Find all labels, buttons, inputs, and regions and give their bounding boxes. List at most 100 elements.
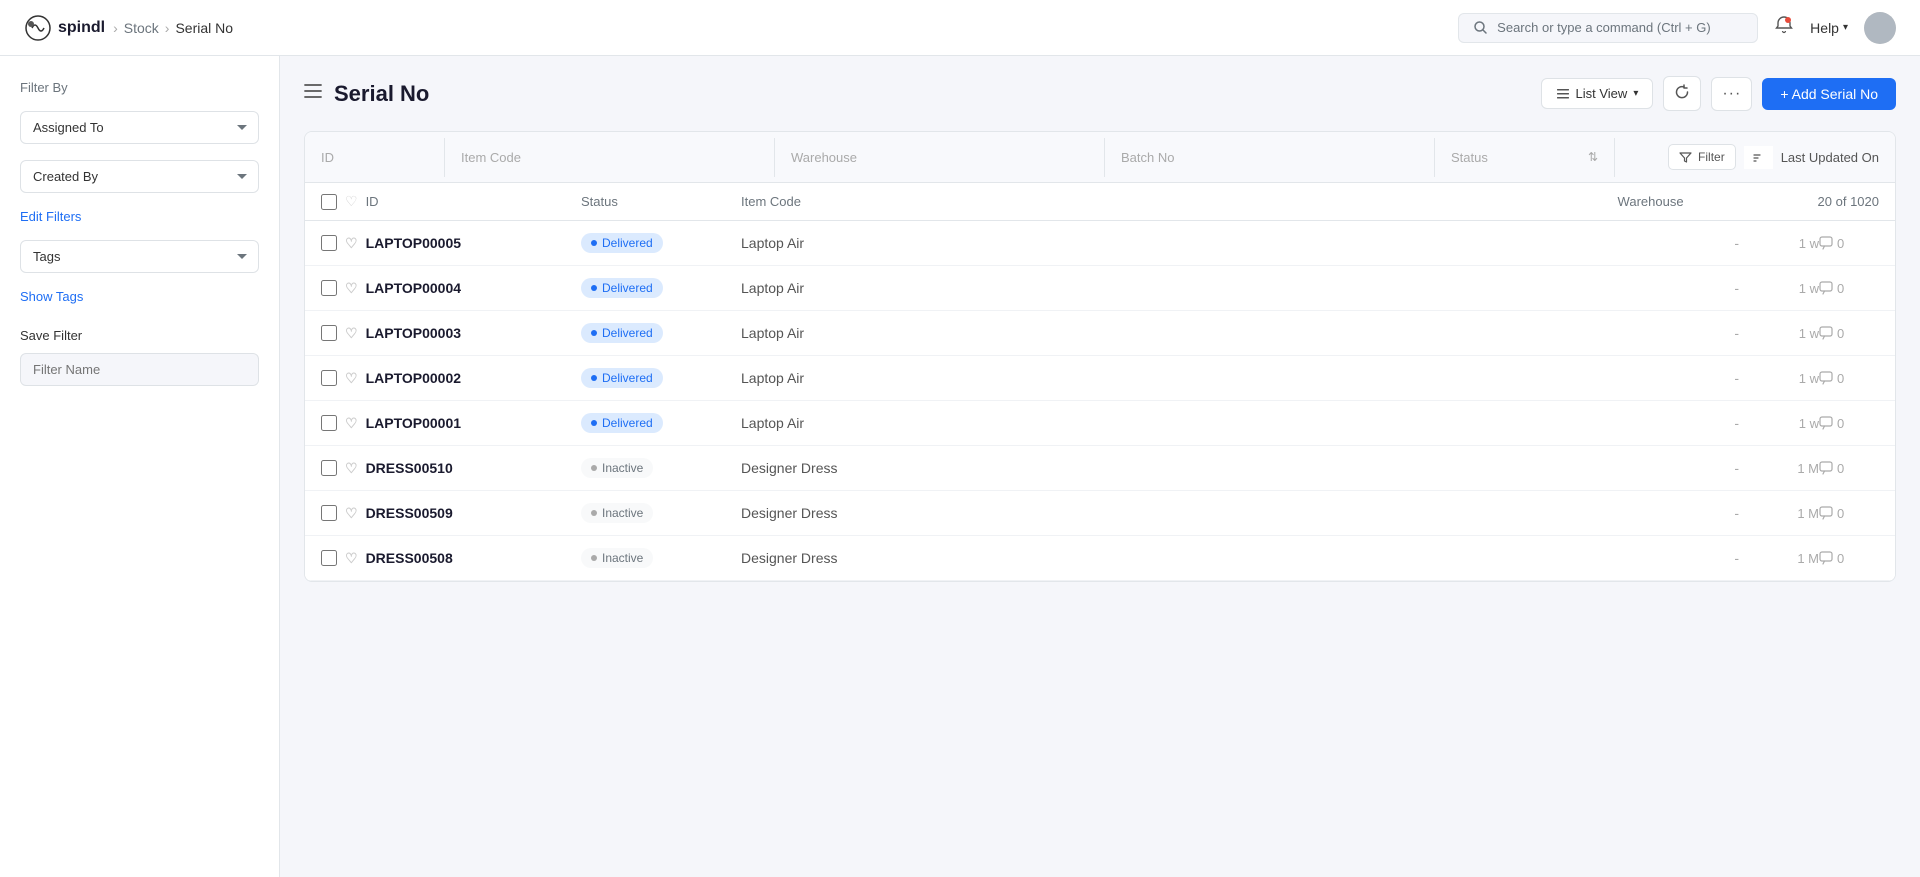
td-status: Delivered bbox=[581, 413, 741, 433]
row-checkbox[interactable] bbox=[321, 280, 337, 296]
search-box[interactable]: Search or type a command (Ctrl + G) bbox=[1458, 13, 1758, 43]
row-id-value[interactable]: LAPTOP00003 bbox=[366, 325, 461, 341]
refresh-button[interactable] bbox=[1663, 76, 1701, 111]
page-header: Serial No List View ▾ bbox=[304, 76, 1896, 111]
table-row[interactable]: ♡ LAPTOP00001 Delivered Laptop Air - 1 w… bbox=[305, 401, 1895, 446]
td-comments: 0 bbox=[1819, 416, 1879, 431]
td-status: Delivered bbox=[581, 323, 741, 343]
sort-button[interactable] bbox=[1744, 146, 1773, 169]
row-id-value[interactable]: LAPTOP00002 bbox=[366, 370, 461, 386]
row-id-value[interactable]: LAPTOP00005 bbox=[366, 235, 461, 251]
table-row[interactable]: ♡ DRESS00509 Inactive Designer Dress - 1… bbox=[305, 491, 1895, 536]
table-row[interactable]: ♡ LAPTOP00003 Delivered Laptop Air - 1 w… bbox=[305, 311, 1895, 356]
row-heart-icon[interactable]: ♡ bbox=[345, 370, 358, 387]
row-heart-icon[interactable]: ♡ bbox=[345, 235, 358, 252]
app-name: spindl bbox=[58, 19, 105, 37]
filter-name-input[interactable] bbox=[20, 353, 259, 386]
select-all-checkbox[interactable] bbox=[321, 194, 337, 210]
avatar[interactable] bbox=[1864, 12, 1896, 44]
td-item-code: Laptop Air bbox=[741, 280, 1509, 296]
edit-filters-link[interactable]: Edit Filters bbox=[20, 209, 259, 224]
td-status: Inactive bbox=[581, 503, 741, 523]
th-status: Status bbox=[581, 194, 741, 209]
add-serial-no-button[interactable]: + Add Serial No bbox=[1762, 78, 1896, 110]
tags-select[interactable]: Tags bbox=[20, 240, 259, 273]
td-id: ♡ DRESS00508 bbox=[321, 550, 581, 567]
row-checkbox[interactable] bbox=[321, 505, 337, 521]
row-id-value[interactable]: LAPTOP00001 bbox=[366, 415, 461, 431]
row-checkbox[interactable] bbox=[321, 415, 337, 431]
td-comments: 0 bbox=[1819, 551, 1879, 566]
tags-filter-group: Tags bbox=[20, 240, 259, 273]
table-row[interactable]: ♡ DRESS00508 Inactive Designer Dress - 1… bbox=[305, 536, 1895, 581]
actions-col-filter: Filter Last Updated On bbox=[1615, 132, 1895, 182]
td-status: Inactive bbox=[581, 548, 741, 568]
comment-icon bbox=[1819, 506, 1833, 520]
hamburger-icon[interactable] bbox=[304, 84, 322, 103]
table-row[interactable]: ♡ LAPTOP00005 Delivered Laptop Air - 1 w… bbox=[305, 221, 1895, 266]
td-item-code: Laptop Air bbox=[741, 235, 1509, 251]
heart-header-icon: ♡ bbox=[345, 193, 358, 210]
td-id: ♡ LAPTOP00005 bbox=[321, 235, 581, 252]
show-tags-link[interactable]: Show Tags bbox=[20, 289, 259, 304]
main-content: Serial No List View ▾ bbox=[280, 56, 1920, 877]
row-id-value[interactable]: DRESS00509 bbox=[366, 505, 453, 521]
notifications-icon[interactable] bbox=[1774, 15, 1794, 40]
comment-icon bbox=[1819, 416, 1833, 430]
status-badge: Delivered bbox=[581, 278, 663, 298]
table-row[interactable]: ♡ DRESS00510 Inactive Designer Dress - 1… bbox=[305, 446, 1895, 491]
breadcrumb-stock[interactable]: Stock bbox=[124, 20, 159, 36]
filter-action-button[interactable]: Filter bbox=[1668, 144, 1736, 170]
row-id-value[interactable]: DRESS00510 bbox=[366, 460, 453, 476]
row-checkbox[interactable] bbox=[321, 370, 337, 386]
status-sort-icon[interactable]: ⇅ bbox=[1588, 150, 1598, 164]
row-checkbox[interactable] bbox=[321, 235, 337, 251]
save-filter-section: Save Filter bbox=[20, 328, 259, 386]
th-warehouse: Warehouse bbox=[1618, 194, 1818, 209]
row-id-value[interactable]: DRESS00508 bbox=[366, 550, 453, 566]
save-filter-label: Save Filter bbox=[20, 328, 259, 343]
logo-icon bbox=[24, 14, 52, 42]
more-options-button[interactable]: ··· bbox=[1711, 77, 1752, 111]
row-heart-icon[interactable]: ♡ bbox=[345, 460, 358, 477]
more-options-icon: ··· bbox=[1722, 85, 1741, 102]
table-container: ID Item Code Warehouse Batch No Status ⇅… bbox=[304, 131, 1896, 582]
top-navigation: spindl › Stock › Serial No Search or typ… bbox=[0, 0, 1920, 56]
filter-by-label: Filter By bbox=[20, 80, 259, 95]
row-heart-icon[interactable]: ♡ bbox=[345, 325, 358, 342]
row-checkbox[interactable] bbox=[321, 550, 337, 566]
assigned-to-select[interactable]: Assigned To bbox=[20, 111, 259, 144]
td-item-code: Designer Dress bbox=[741, 460, 1509, 476]
td-id: ♡ LAPTOP00004 bbox=[321, 280, 581, 297]
table-row[interactable]: ♡ LAPTOP00002 Delivered Laptop Air - 1 w… bbox=[305, 356, 1895, 401]
td-comments: 0 bbox=[1819, 236, 1879, 251]
created-by-filter-group: Created By bbox=[20, 160, 259, 193]
item-code-col-filter: Item Code bbox=[445, 138, 775, 177]
nav-left: spindl › Stock › Serial No bbox=[24, 14, 233, 42]
list-view-button[interactable]: List View ▾ bbox=[1541, 78, 1654, 109]
row-id-value[interactable]: LAPTOP00004 bbox=[366, 280, 461, 296]
row-heart-icon[interactable]: ♡ bbox=[345, 280, 358, 297]
td-id: ♡ DRESS00509 bbox=[321, 505, 581, 522]
td-time: 1 w bbox=[1739, 326, 1819, 341]
td-time: 1 w bbox=[1739, 371, 1819, 386]
app-logo[interactable]: spindl bbox=[24, 14, 105, 42]
row-checkbox[interactable] bbox=[321, 460, 337, 476]
last-updated-button[interactable]: Last Updated On bbox=[1781, 150, 1879, 165]
row-heart-icon[interactable]: ♡ bbox=[345, 550, 358, 567]
page-layout: Filter By Assigned To Created By Edit Fi… bbox=[0, 56, 1920, 877]
row-heart-icon[interactable]: ♡ bbox=[345, 505, 358, 522]
td-time: 1 w bbox=[1739, 236, 1819, 251]
id-col-filter: ID bbox=[305, 138, 445, 177]
row-checkbox[interactable] bbox=[321, 325, 337, 341]
td-item-code: Laptop Air bbox=[741, 415, 1509, 431]
status-dot bbox=[591, 330, 597, 336]
row-heart-icon[interactable]: ♡ bbox=[345, 415, 358, 432]
table-row[interactable]: ♡ LAPTOP00004 Delivered Laptop Air - 1 w… bbox=[305, 266, 1895, 311]
status-badge: Delivered bbox=[581, 233, 663, 253]
td-time: 1 w bbox=[1739, 281, 1819, 296]
td-id: ♡ DRESS00510 bbox=[321, 460, 581, 477]
created-by-select[interactable]: Created By bbox=[20, 160, 259, 193]
help-button[interactable]: Help ▾ bbox=[1810, 20, 1848, 36]
td-dash: - bbox=[1709, 280, 1739, 296]
